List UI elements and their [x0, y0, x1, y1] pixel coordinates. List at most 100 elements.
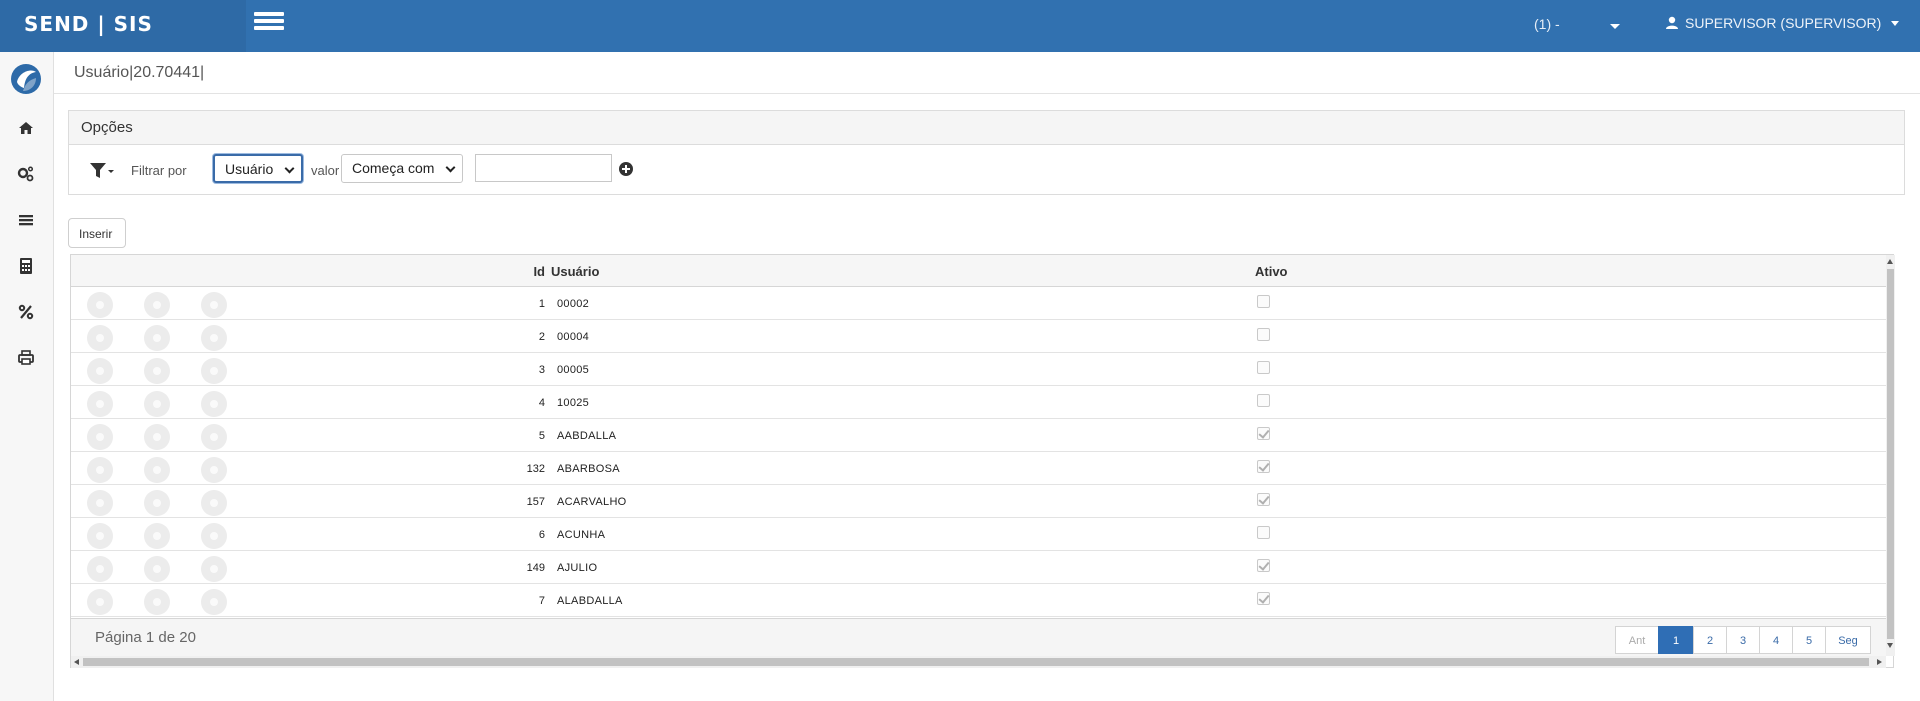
cell-id: 2 — [538, 331, 545, 343]
active-checkbox[interactable] — [1257, 295, 1270, 308]
scroll-up-icon[interactable] — [1887, 259, 1893, 264]
percent-icon[interactable] — [16, 302, 36, 322]
table-row[interactable]: 2 00004 — [71, 320, 1886, 353]
cell-user: 00005 — [557, 364, 590, 376]
settings-icon[interactable] — [201, 457, 227, 483]
settings-icon[interactable] — [201, 391, 227, 417]
view-icon[interactable] — [87, 325, 113, 351]
view-icon[interactable] — [87, 556, 113, 582]
horizontal-scroll-thumb[interactable] — [83, 658, 1869, 666]
app-logo[interactable] — [9, 62, 43, 96]
company-selector[interactable]: (1) - — [1534, 16, 1560, 32]
pager-next[interactable]: Seg — [1825, 626, 1871, 654]
active-checkbox[interactable] — [1257, 592, 1270, 605]
vertical-scrollbar[interactable] — [1886, 255, 1895, 656]
view-icon[interactable] — [87, 424, 113, 450]
table-row[interactable]: 4 10025 — [71, 386, 1886, 419]
user-caret-icon — [1891, 20, 1900, 26]
add-filter-icon[interactable] — [619, 162, 633, 176]
table-row[interactable]: 149 AJULIO — [71, 551, 1886, 584]
edit-icon[interactable] — [144, 457, 170, 483]
pager-page-3[interactable]: 3 — [1726, 626, 1760, 654]
settings-icon[interactable] — [201, 358, 227, 384]
view-icon[interactable] — [87, 523, 113, 549]
list-icon[interactable] — [16, 210, 36, 230]
table-row[interactable]: 7 ALABDALLA — [71, 584, 1886, 617]
active-checkbox[interactable] — [1257, 328, 1270, 341]
breadcrumb-divider — [54, 93, 1920, 94]
settings-icon[interactable] — [201, 325, 227, 351]
active-checkbox[interactable] — [1257, 394, 1270, 407]
operator-select[interactable]: Começa com — [341, 154, 463, 183]
company-caret-icon[interactable] — [1610, 24, 1620, 29]
options-panel: Opções Filtrar por Usuário valor Começa … — [68, 110, 1905, 195]
top-bar: SEND | SIS (1) - SUPERVISOR (SUPERVISOR) — [0, 0, 1920, 52]
edit-icon[interactable] — [144, 292, 170, 318]
view-icon[interactable] — [87, 589, 113, 615]
filter-icon[interactable] — [89, 161, 115, 181]
home-icon[interactable] — [16, 118, 36, 138]
active-checkbox[interactable] — [1257, 427, 1270, 440]
settings-icon[interactable] — [201, 292, 227, 318]
edit-icon[interactable] — [144, 391, 170, 417]
cell-id: 1 — [538, 298, 545, 310]
cell-user: 00004 — [557, 331, 590, 343]
filter-value-input[interactable] — [475, 154, 612, 182]
view-icon[interactable] — [87, 457, 113, 483]
print-icon[interactable] — [16, 348, 36, 368]
menu-icon[interactable] — [254, 12, 284, 34]
active-checkbox[interactable] — [1257, 361, 1270, 374]
pager-page-5[interactable]: 5 — [1792, 626, 1826, 654]
breadcrumb: Usuário|20.70441| — [74, 64, 205, 81]
cell-user: 00002 — [557, 298, 590, 310]
active-checkbox[interactable] — [1257, 526, 1270, 539]
vertical-scroll-thumb[interactable] — [1887, 269, 1894, 639]
pager-prev[interactable]: Ant — [1615, 626, 1659, 654]
edit-icon[interactable] — [144, 358, 170, 384]
filter-field-select[interactable]: Usuário — [213, 154, 303, 183]
active-checkbox[interactable] — [1257, 460, 1270, 473]
calculator-icon[interactable] — [16, 256, 36, 276]
edit-icon[interactable] — [144, 556, 170, 582]
table-row[interactable]: 3 00005 — [71, 353, 1886, 386]
page-info: Página 1 de 20 — [95, 629, 196, 646]
view-icon[interactable] — [87, 358, 113, 384]
settings-icon[interactable] — [201, 490, 227, 516]
scroll-right-icon[interactable] — [1877, 659, 1882, 665]
scroll-down-icon[interactable] — [1887, 643, 1893, 648]
column-header-user[interactable]: Usuário — [551, 264, 599, 279]
edit-icon[interactable] — [144, 523, 170, 549]
view-icon[interactable] — [87, 292, 113, 318]
scroll-left-icon[interactable] — [74, 659, 79, 665]
settings-icon[interactable] — [201, 523, 227, 549]
table-row[interactable]: 1 00002 — [71, 287, 1886, 320]
settings-icon[interactable] — [201, 556, 227, 582]
edit-icon[interactable] — [144, 490, 170, 516]
edit-icon[interactable] — [144, 325, 170, 351]
pager-page-2[interactable]: 2 — [1693, 626, 1727, 654]
cell-user: ACUNHA — [557, 529, 606, 541]
gears-icon[interactable] — [16, 164, 36, 184]
table-row[interactable]: 157 ACARVALHO — [71, 485, 1886, 518]
insert-button[interactable]: Inserir — [68, 218, 126, 248]
table-row[interactable]: 132 ABARBOSA — [71, 452, 1886, 485]
table-row[interactable]: 6 ACUNHA — [71, 518, 1886, 551]
edit-icon[interactable] — [144, 589, 170, 615]
table-row[interactable]: 5 AABDALLA — [71, 419, 1886, 452]
cell-user: ACARVALHO — [557, 496, 627, 508]
user-menu[interactable]: SUPERVISOR (SUPERVISOR) — [1665, 15, 1900, 31]
column-header-id[interactable]: Id — [521, 264, 545, 279]
pager-page-4[interactable]: 4 — [1759, 626, 1793, 654]
app-brand[interactable]: SEND | SIS — [0, 0, 246, 52]
grid-footer: Página 1 de 20 Ant 1 2 3 4 5 Seg — [71, 618, 1886, 656]
horizontal-scrollbar[interactable] — [71, 656, 1886, 668]
pager-page-1[interactable]: 1 — [1658, 626, 1694, 654]
active-checkbox[interactable] — [1257, 559, 1270, 572]
settings-icon[interactable] — [201, 589, 227, 615]
edit-icon[interactable] — [144, 424, 170, 450]
view-icon[interactable] — [87, 490, 113, 516]
active-checkbox[interactable] — [1257, 493, 1270, 506]
column-header-active[interactable]: Ativo — [1255, 264, 1288, 279]
settings-icon[interactable] — [201, 424, 227, 450]
view-icon[interactable] — [87, 391, 113, 417]
